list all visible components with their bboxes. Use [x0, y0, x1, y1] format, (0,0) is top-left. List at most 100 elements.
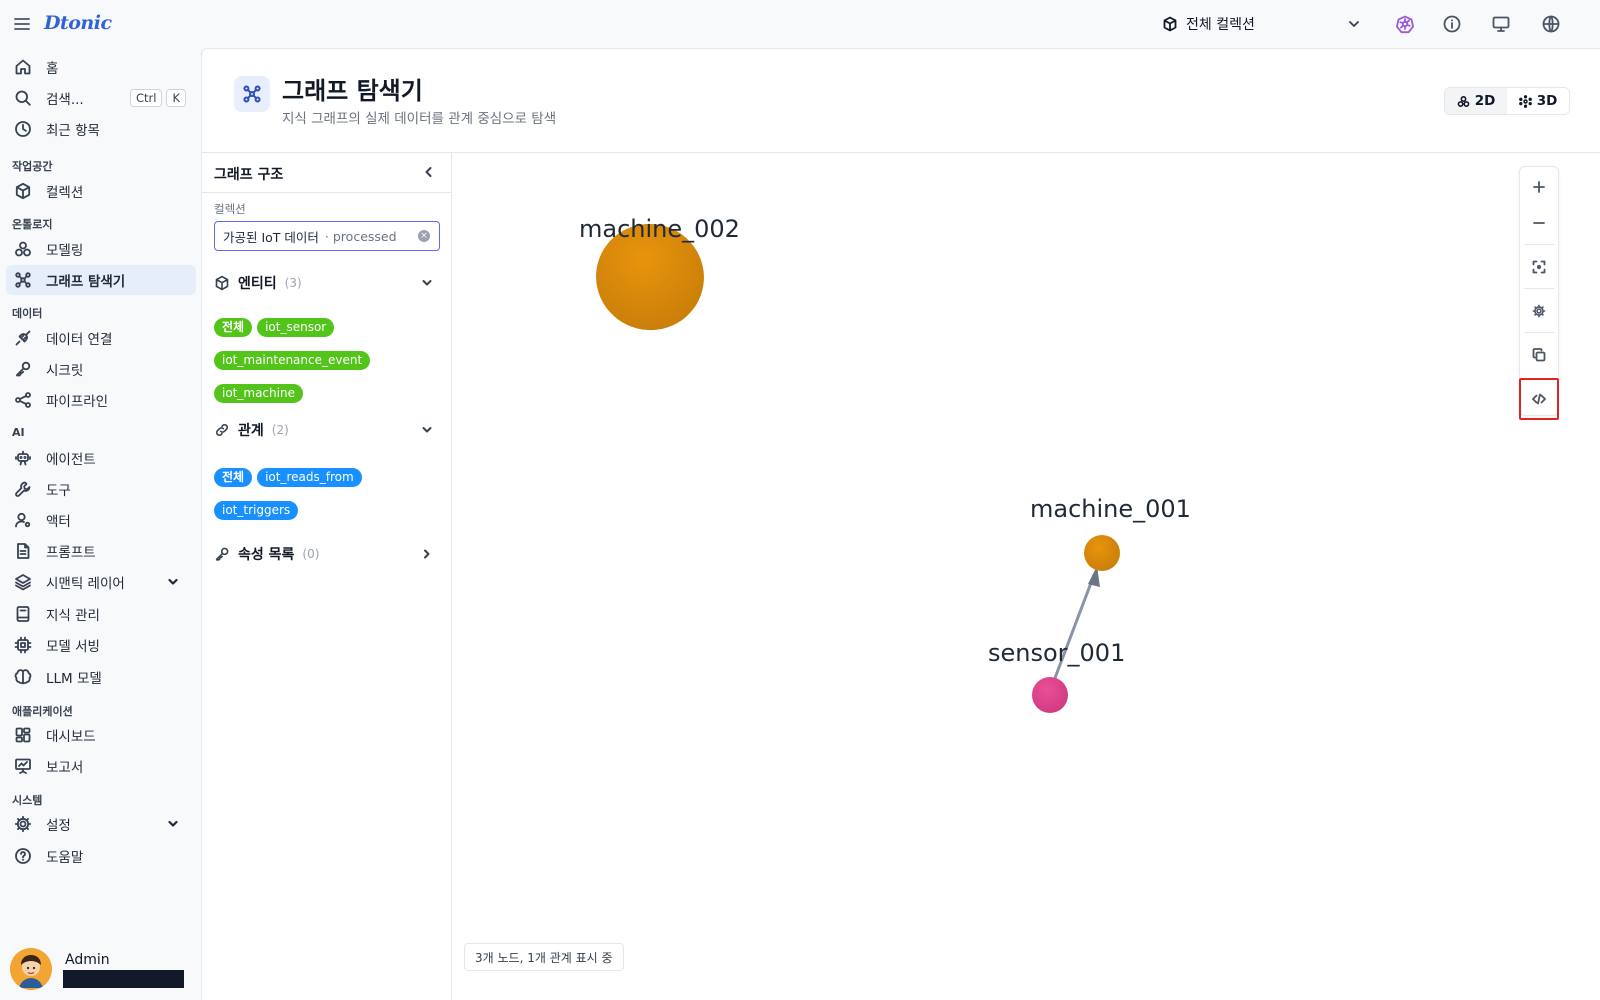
sidebar-item-llm-model[interactable]: LLM 모델 [6, 662, 196, 692]
section-system: 시스템 [12, 794, 43, 807]
structure-panel-title: 그래프 구조 [214, 167, 284, 183]
main-content: 그래프 탐색기 지식 그래프의 실제 데이터를 관계 중심으로 탐색 2D 3D… [201, 48, 1600, 1000]
properties-section-header[interactable]: 속성 목록 (0) [214, 542, 440, 566]
info-icon[interactable] [1442, 14, 1462, 34]
relation-tag[interactable]: iot_triggers [214, 501, 299, 520]
view-2d-label: 2D [1474, 93, 1496, 109]
gear-icon [14, 815, 32, 833]
fit-view-button[interactable] [1520, 247, 1558, 287]
search-icon [14, 89, 32, 107]
graph-canvas[interactable]: machine_002 machine_001 sensor_001 3개 노드… [452, 153, 1600, 1000]
globe-icon[interactable] [1541, 14, 1561, 34]
view-3d-button[interactable]: 3D [1507, 88, 1569, 114]
plug-icon [14, 329, 32, 347]
sidebar-item-label: 모델링 [46, 243, 84, 259]
copy-icon [1532, 348, 1546, 362]
sidebar-item-search[interactable]: 검색... Ctrl K [6, 83, 196, 113]
entity-tag[interactable]: iot_sensor [257, 318, 335, 337]
relation-tags: 전체 iot_reads_from iot_triggers [214, 468, 444, 520]
graph-svg[interactable]: machine_002 machine_001 sensor_001 [452, 153, 1600, 1000]
sidebar-item-report[interactable]: 보고서 [6, 751, 196, 781]
relation-tag-all[interactable]: 전체 [214, 468, 253, 487]
relation-tag[interactable]: iot_reads_from [257, 468, 362, 487]
graph-icon [234, 76, 270, 112]
relations-section-header[interactable]: 관계 (2) [214, 418, 440, 442]
sidebar-item-collection[interactable]: 컬렉션 [6, 176, 196, 206]
graph-settings-button[interactable] [1520, 291, 1558, 331]
shortcut-key: Ctrl [129, 89, 163, 107]
sidebar-item-settings[interactable]: 설정 [6, 809, 196, 839]
focus-icon [1532, 260, 1546, 274]
shapes-icon [1457, 95, 1470, 108]
user-email-redacted [63, 970, 184, 988]
sidebar-item-label: 지식 관리 [46, 608, 100, 624]
sidebar-item-label: 검색... [46, 92, 84, 108]
file-text-icon [14, 542, 32, 560]
collection-select[interactable]: 가공된 IoT 데이터 · processed × [214, 221, 440, 251]
clock-icon [14, 120, 32, 138]
sidebar-item-pipeline[interactable]: 파이프라인 [6, 385, 196, 415]
entity-tag[interactable]: iot_machine [214, 384, 303, 403]
sidebar-item-model-serving[interactable]: 모델 서빙 [6, 630, 196, 660]
sidebar-item-modeling[interactable]: 모델링 [6, 234, 196, 264]
copy-button[interactable] [1520, 335, 1558, 375]
sidebar-item-label: 홈 [46, 61, 59, 77]
sidebar-item-recent[interactable]: 최근 항목 [6, 114, 196, 144]
sidebar-item-label: 도움말 [46, 850, 84, 866]
menu-icon[interactable] [12, 14, 32, 34]
user-cog-icon [14, 511, 32, 529]
app-logo[interactable]: Dtonic [44, 12, 112, 34]
graph-node-machine-001[interactable]: machine_001 [1030, 495, 1191, 571]
sidebar-item-secret[interactable]: 시크릿 [6, 354, 196, 384]
box-icon [1162, 16, 1178, 32]
entities-label: 엔티티 [238, 276, 277, 292]
sidebar-item-dashboard[interactable]: 대시보드 [6, 720, 196, 750]
kubernetes-icon[interactable] [1395, 14, 1415, 34]
sidebar-item-prompt[interactable]: 프롬프트 [6, 536, 196, 566]
entity-tags: 전체 iot_sensor iot_maintenance_event iot_… [214, 318, 444, 403]
cpu-icon [14, 636, 32, 654]
divider [1524, 332, 1554, 333]
entity-tag-all[interactable]: 전체 [214, 318, 253, 337]
sidebar-item-data-connection[interactable]: 데이터 연결 [6, 323, 196, 353]
sidebar-item-label: 설정 [46, 818, 71, 834]
graph-node-machine-002[interactable]: machine_002 [579, 212, 740, 342]
zoom-out-button[interactable] [1520, 203, 1558, 243]
user-name: Admin [65, 952, 110, 968]
entities-section-header[interactable]: 엔티티 (3) [214, 271, 440, 295]
sidebar-item-label: 액터 [46, 514, 71, 530]
wrench-icon [14, 480, 32, 498]
sidebar-item-tool[interactable]: 도구 [6, 474, 196, 504]
collection-selector[interactable]: 전체 컬렉션 [1162, 10, 1362, 38]
key-icon [214, 546, 230, 562]
sidebar-item-home[interactable]: 홈 [6, 52, 196, 82]
sidebar-item-label: 모델 서빙 [46, 639, 100, 655]
collection-selector-label: 전체 컬렉션 [1186, 17, 1255, 33]
sidebar-item-graph-explorer[interactable]: 그래프 탐색기 [6, 265, 196, 295]
gear-icon [1532, 304, 1546, 318]
chevron-left-icon[interactable] [422, 165, 436, 179]
chevron-down-icon [1346, 16, 1362, 32]
structure-panel-header: 그래프 구조 [202, 153, 452, 193]
graph-structure-panel: 그래프 구조 컬렉션 가공된 IoT 데이터 · processed × 엔티티… [202, 153, 452, 1000]
monitor-icon[interactable] [1491, 14, 1511, 34]
link-icon [214, 422, 230, 438]
presentation-icon [14, 757, 32, 775]
sidebar-item-label: 프롬프트 [46, 545, 96, 561]
sidebar-item-semantic-layer[interactable]: 시맨틱 레이어 [6, 567, 196, 597]
clear-icon[interactable]: × [418, 230, 430, 242]
view-2d-button[interactable]: 2D [1445, 88, 1507, 114]
zoom-in-button[interactable] [1520, 167, 1558, 207]
sidebar-item-label: 대시보드 [46, 729, 96, 745]
sidebar-item-knowledge[interactable]: 지식 관리 [6, 599, 196, 629]
box-icon [214, 275, 230, 291]
sidebar-item-help[interactable]: 도움말 [6, 841, 196, 871]
node-label: machine_002 [579, 215, 740, 243]
code-view-button[interactable] [1519, 378, 1559, 420]
entities-count: (3) [284, 276, 302, 290]
user-profile[interactable]: Admin [10, 948, 190, 992]
robot-icon [14, 449, 32, 467]
entity-tag[interactable]: iot_maintenance_event [214, 351, 371, 370]
sidebar-item-actor[interactable]: 액터 [6, 505, 196, 535]
sidebar-item-agent[interactable]: 에이전트 [6, 443, 196, 473]
